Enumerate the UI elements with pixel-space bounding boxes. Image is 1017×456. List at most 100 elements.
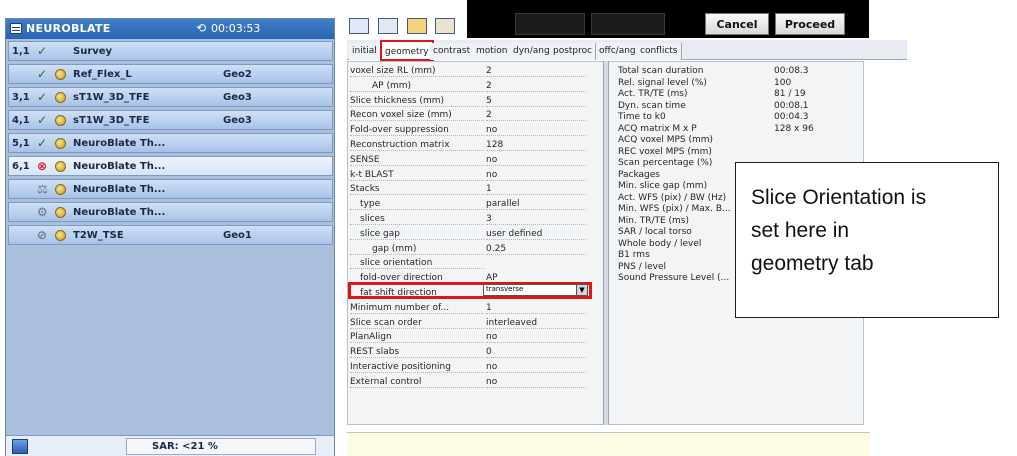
scan-row[interactable]: 6,1 ⊗ NeuroBlate Th... xyxy=(8,156,333,176)
info-value: 128 x 96 xyxy=(774,123,814,134)
parameter-value[interactable]: no xyxy=(486,377,586,388)
parameter-row[interactable]: REST slabs 0 xyxy=(350,347,603,359)
parameter-label: Slice thickness (mm) xyxy=(350,96,484,107)
parameter-row[interactable]: slice orientation xyxy=(350,258,603,270)
callout-line-1: Slice Orientation is xyxy=(751,186,927,209)
protocol-icon xyxy=(55,92,66,103)
slice-orientation-value: transverse xyxy=(486,285,524,293)
parameter-value[interactable]: 5 xyxy=(486,96,586,107)
tools-icon[interactable] xyxy=(435,18,455,34)
parameter-row[interactable]: type parallel xyxy=(350,199,603,211)
parameter-label: External control xyxy=(350,377,484,388)
scan-row[interactable]: ⚖ NeuroBlate Th... xyxy=(8,179,333,199)
scan-row[interactable]: ✓ Ref_Flex_L Geo2 xyxy=(8,64,333,84)
scan-name: T2W_TSE xyxy=(73,230,124,241)
scan-geometry: Geo3 xyxy=(223,115,252,126)
tab-offc-ang[interactable]: offc/ang xyxy=(596,43,640,60)
scan-name: sT1W_3D_TFE xyxy=(73,92,150,103)
view-icon[interactable] xyxy=(349,18,369,34)
parameter-row[interactable]: Fold-over suppression no xyxy=(350,125,603,137)
scan-row[interactable]: 4,1 ✓ sT1W_3D_TFE Geo3 xyxy=(8,110,333,130)
parameter-label: Slice scan order xyxy=(350,318,484,329)
parameter-label: REST slabs xyxy=(350,347,484,359)
protocol-icon xyxy=(55,69,66,80)
slice-orientation-select[interactable]: transverse ▼ xyxy=(483,284,588,296)
tab-initial[interactable]: initial xyxy=(349,43,381,60)
parameter-row[interactable]: slice gap user defined xyxy=(350,229,603,240)
disabled-button-2 xyxy=(591,13,665,35)
info-row: ACQ voxel MPS (mm) xyxy=(618,135,858,146)
parameter-row[interactable]: k-t BLAST no xyxy=(350,170,603,181)
parameter-value[interactable]: 0.25 xyxy=(486,244,586,255)
check-icon: ✓ xyxy=(37,136,48,150)
menu-icon[interactable] xyxy=(10,23,22,34)
parameter-row[interactable]: External control no xyxy=(350,377,603,388)
info-row: Rel. signal level (%) 100 xyxy=(618,78,858,89)
parameter-value[interactable]: 2 xyxy=(486,81,586,92)
scan-row[interactable]: ⊘ T2W_TSE Geo1 xyxy=(8,225,333,245)
scan-geometry: Geo3 xyxy=(223,92,252,103)
info-label: REC voxel MPS (mm) xyxy=(618,146,712,157)
parameter-row[interactable]: voxel size RL (mm) 2 xyxy=(350,66,603,77)
parameter-row[interactable]: Stacks 1 xyxy=(350,184,603,196)
parameter-value[interactable]: no xyxy=(486,125,586,137)
parameter-row[interactable]: Minimum number of... 1 xyxy=(350,303,603,314)
scan-row[interactable]: 5,1 ✓ NeuroBlate Th... xyxy=(8,133,333,153)
info-value: 81 / 19 xyxy=(774,89,806,99)
parameter-value[interactable]: 1 xyxy=(486,303,586,314)
parameter-row[interactable]: Interactive positioning no xyxy=(350,362,603,373)
scan-number: 3,1 xyxy=(12,92,30,103)
parameter-value[interactable]: user defined xyxy=(486,229,586,240)
proceed-button[interactable]: Proceed xyxy=(775,13,845,35)
tab-contrast[interactable]: contrast xyxy=(430,43,475,60)
tab-motion[interactable]: motion xyxy=(473,43,512,60)
parameter-row[interactable]: SENSE no xyxy=(350,155,603,166)
info-label: ACQ matrix M x P xyxy=(618,123,697,134)
disabled-button-1 xyxy=(515,13,585,35)
parameter-row[interactable]: PlanAlign no xyxy=(350,332,603,344)
parameter-label: Minimum number of... xyxy=(350,303,484,314)
chevron-down-icon[interactable]: ▼ xyxy=(576,285,587,295)
parameter-value[interactable]: 0 xyxy=(486,347,586,359)
scan-geometry: Geo1 xyxy=(223,230,252,241)
parameter-value[interactable]: 3 xyxy=(486,214,586,225)
parameter-row[interactable]: gap (mm) 0.25 xyxy=(350,244,603,255)
elapsed-time: 00:03:53 xyxy=(211,22,261,35)
parameter-value[interactable]: no xyxy=(486,170,586,181)
parameter-row[interactable]: slices 3 xyxy=(350,214,603,225)
parameter-row[interactable]: Recon voxel size (mm) 2 xyxy=(350,110,603,122)
parameter-label: gap (mm) xyxy=(350,244,484,255)
toolbar: Cancel Proceed xyxy=(347,0,870,38)
scan-number: 4,1 xyxy=(12,115,30,126)
parameter-value[interactable]: parallel xyxy=(486,199,586,211)
exam-card-icon[interactable] xyxy=(12,439,28,454)
parameter-value[interactable]: 2 xyxy=(486,66,586,77)
scan-row[interactable]: 3,1 ✓ sT1W_3D_TFE Geo3 xyxy=(8,87,333,107)
parameter-row[interactable]: Slice scan order interleaved xyxy=(350,318,603,329)
parameter-row[interactable]: AP (mm) 2 xyxy=(350,81,603,92)
info-icon[interactable] xyxy=(407,18,427,34)
info-row: Total scan duration 00:08.3 xyxy=(618,66,858,77)
parameter-value[interactable]: 128 xyxy=(486,140,586,151)
scan-row[interactable]: ⚙ NeuroBlate Th... xyxy=(8,202,333,222)
parameter-value[interactable]: 1 xyxy=(486,184,586,196)
parameter-value[interactable]: no xyxy=(486,362,586,373)
splitter[interactable] xyxy=(603,61,609,425)
tab-dyn-ang[interactable]: dyn/ang xyxy=(510,43,554,60)
scan-row[interactable]: 1,1 ✓ Survey xyxy=(8,41,333,61)
message-strip xyxy=(347,432,870,456)
check-icon: ✓ xyxy=(37,90,48,104)
tab-geometry[interactable]: geometry xyxy=(380,40,434,61)
parameter-row[interactable]: Reconstruction matrix 128 xyxy=(350,140,603,151)
parameter-value[interactable]: 2 xyxy=(486,110,586,122)
tab-postproc[interactable]: postproc xyxy=(550,43,597,60)
parameter-value[interactable]: interleaved xyxy=(486,318,586,329)
cancel-button[interactable]: Cancel xyxy=(705,13,769,35)
parameter-value[interactable]: no xyxy=(486,155,586,166)
grid-icon[interactable] xyxy=(378,18,398,34)
tab-conflicts[interactable]: conflicts xyxy=(637,43,682,60)
parameter-value[interactable]: no xyxy=(486,332,586,344)
scan-name: NeuroBlate Th... xyxy=(73,207,166,218)
exam-card-header: NEUROBLATE ⟲ 00:03:53 xyxy=(6,19,334,39)
parameter-row[interactable]: Slice thickness (mm) 5 xyxy=(350,96,603,107)
